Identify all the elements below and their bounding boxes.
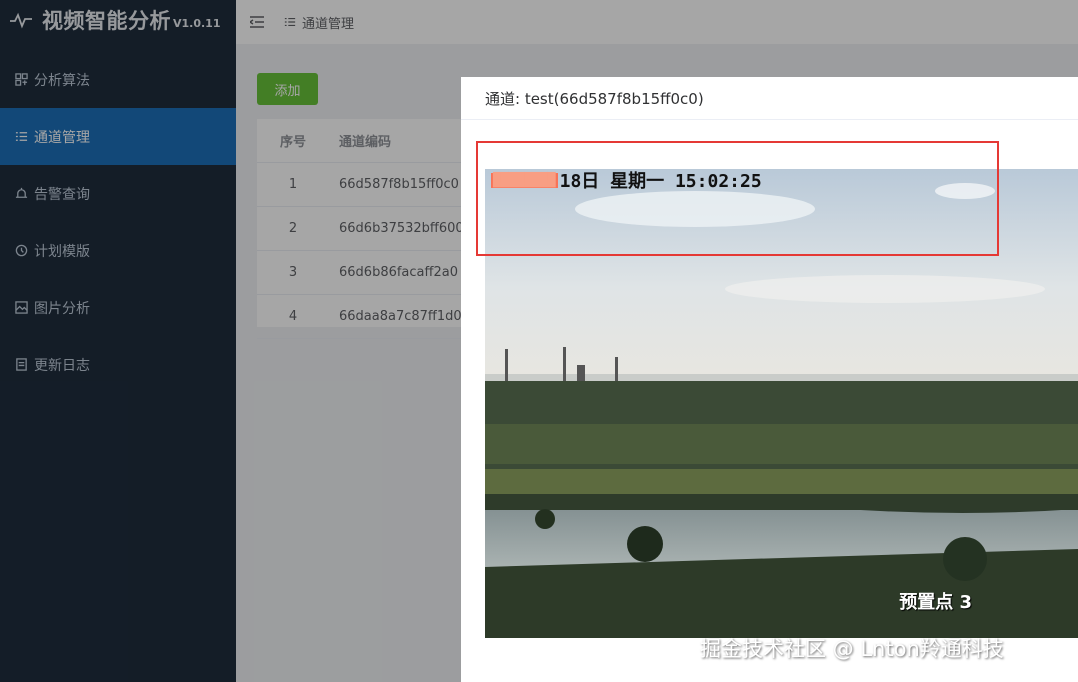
highlight-box bbox=[476, 141, 999, 256]
osd-preset: 预置点 3 bbox=[899, 592, 972, 613]
dialog-title: 通道: test(66d587f8b15ff0c0) bbox=[461, 77, 1078, 120]
watermark: 掘金技术社区 @ Lnton羚通科技 bbox=[700, 637, 1004, 661]
